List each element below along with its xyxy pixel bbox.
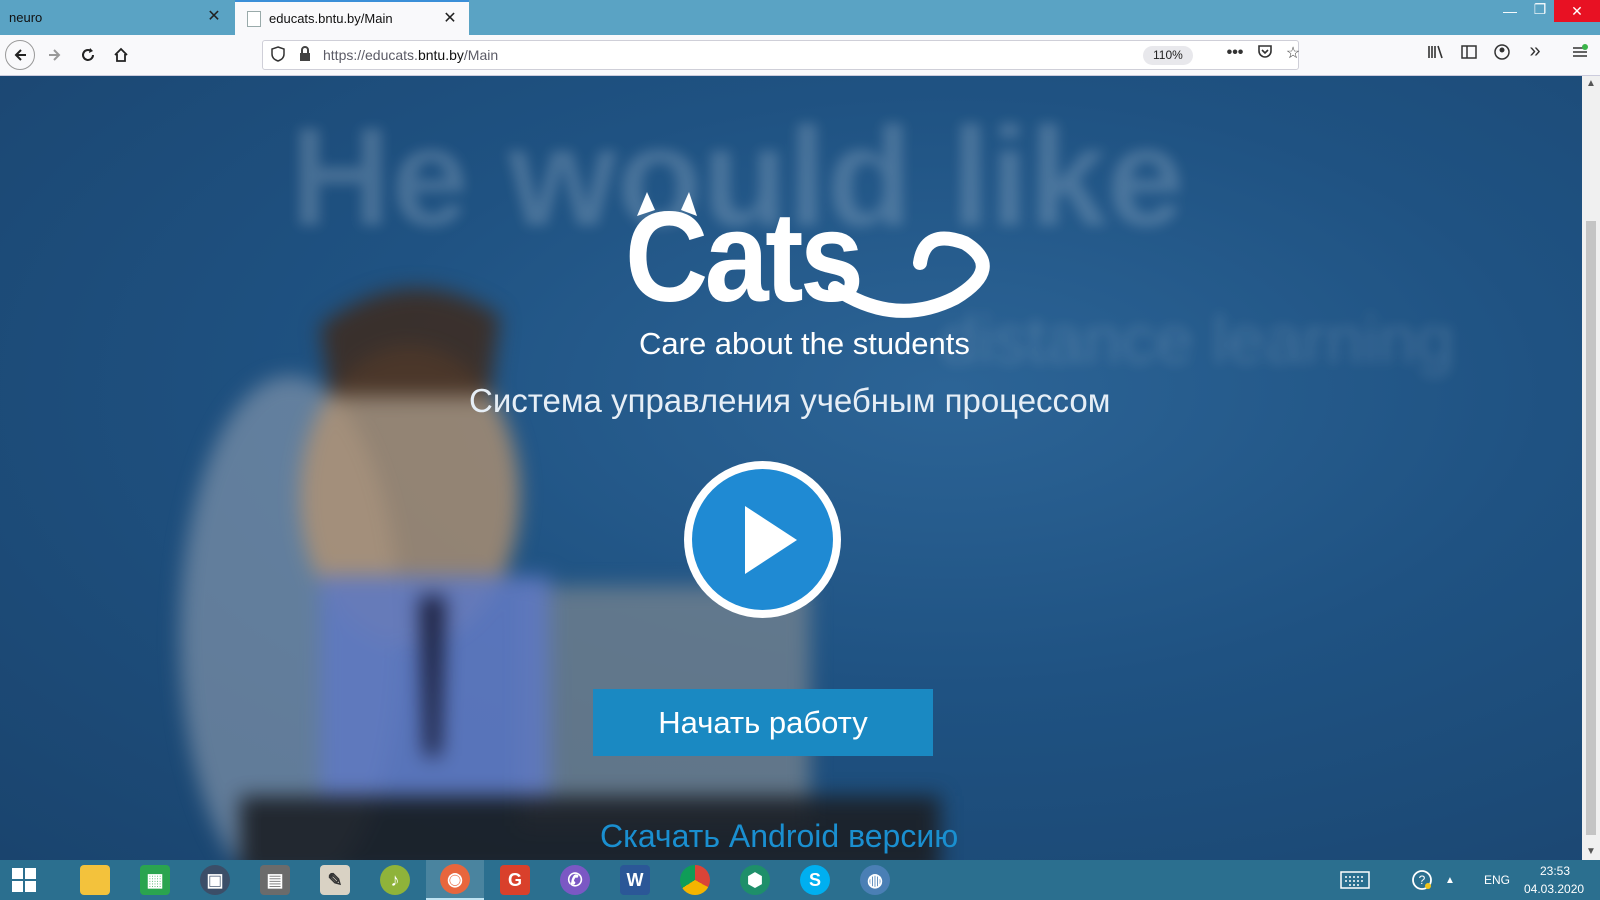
- pdf-reader-icon: G: [500, 865, 530, 895]
- scroll-thumb[interactable]: [1586, 221, 1596, 835]
- menu-hamburger-icon[interactable]: [1568, 44, 1592, 65]
- url-text[interactable]: https://educats.bntu.by/Main: [323, 47, 498, 63]
- window-close-icon[interactable]: ✕: [1554, 0, 1600, 22]
- help-icon: ?: [1412, 870, 1432, 890]
- page-subtitle: Система управления учебным процессом: [469, 382, 1111, 419]
- touch-keyboard-button[interactable]: [1326, 860, 1384, 900]
- vertical-scrollbar[interactable]: ▲ ▼: [1582, 76, 1600, 860]
- lock-icon[interactable]: [299, 46, 311, 65]
- overflow-chevron-icon[interactable]: »: [1523, 40, 1547, 63]
- windows-logo-icon: [12, 868, 36, 892]
- arrow-left-icon: [14, 49, 26, 61]
- word-icon: W: [620, 865, 650, 895]
- tab-label: neuro: [9, 10, 43, 25]
- tab-label: educats.bntu.by/Main: [269, 11, 393, 26]
- home-icon: [114, 47, 128, 62]
- skype-icon: S: [800, 865, 830, 895]
- windows-start-button[interactable]: [0, 860, 48, 900]
- keyboard-icon: [1340, 871, 1370, 889]
- chrome-icon: [680, 865, 710, 895]
- account-icon[interactable]: [1490, 44, 1514, 65]
- scroll-up-icon[interactable]: ▲: [1582, 76, 1600, 92]
- film-icon: ▣: [200, 865, 230, 895]
- taskbar-vpn[interactable]: ⬢: [726, 860, 784, 900]
- scroll-down-icon[interactable]: ▼: [1582, 844, 1600, 860]
- back-button[interactable]: [5, 40, 35, 70]
- download-android-link[interactable]: Скачать Android версию: [600, 818, 958, 855]
- page-content: He would like distance learning Cats Car…: [0, 76, 1582, 860]
- svg-text:?: ?: [1419, 873, 1426, 887]
- home-button[interactable]: [106, 40, 136, 70]
- clock-date[interactable]: 04.03.2020: [1524, 882, 1584, 896]
- navigation-bar: https://educats.bntu.by/Main 110% ••• ☆ …: [0, 35, 1600, 76]
- shield-vpn-icon: ⬢: [740, 865, 770, 895]
- taskbar-network-app[interactable]: ◍: [846, 860, 904, 900]
- folder-icon: [80, 865, 110, 895]
- notepad-icon: ✎: [320, 865, 350, 895]
- shield-icon[interactable]: [271, 46, 285, 65]
- taskbar-word[interactable]: W: [606, 860, 664, 900]
- cat-tail-icon: [637, 192, 990, 318]
- library-icon[interactable]: [1424, 44, 1448, 65]
- close-tab-icon[interactable]: ✕: [205, 8, 223, 26]
- taskbar-viber[interactable]: ✆: [546, 860, 604, 900]
- forward-button[interactable]: [40, 40, 70, 70]
- cats-logo: Cats: [625, 188, 1015, 328]
- reload-icon: [82, 48, 94, 61]
- store-icon: ▦: [140, 865, 170, 895]
- scanner-icon: ▤: [260, 865, 290, 895]
- url-bar[interactable]: https://educats.bntu.by/Main 110% ••• ☆: [262, 40, 1300, 70]
- bookmark-star-icon[interactable]: ☆: [1281, 43, 1305, 63]
- tab-neuro[interactable]: neuro ✕: [0, 0, 233, 35]
- taskbar-skype[interactable]: S: [786, 860, 844, 900]
- taskbar-foxit[interactable]: G: [486, 860, 544, 900]
- input-language[interactable]: ENG: [1484, 873, 1510, 887]
- reload-button[interactable]: [73, 40, 103, 70]
- arrow-right-icon: [49, 49, 61, 61]
- taskbar-media-player[interactable]: ▣: [186, 860, 244, 900]
- play-icon: [692, 469, 833, 610]
- sidebar-icon[interactable]: [1457, 44, 1481, 65]
- tray-expand-icon[interactable]: ▲: [1440, 860, 1460, 900]
- play-video-button[interactable]: [684, 461, 841, 618]
- firefox-icon: ◉: [440, 864, 470, 894]
- close-tab-icon[interactable]: ✕: [441, 10, 459, 28]
- page-favicon-icon: [247, 10, 261, 27]
- taskbar-chrome[interactable]: [666, 860, 724, 900]
- taskbar-firefox[interactable]: ◉: [426, 860, 484, 900]
- more-actions-icon[interactable]: •••: [1223, 44, 1247, 62]
- clock-time[interactable]: 23:53: [1540, 864, 1570, 878]
- taskbar-notepad[interactable]: ✎: [306, 860, 364, 900]
- taskbar-scanner[interactable]: ▤: [246, 860, 304, 900]
- viber-icon: ✆: [560, 865, 590, 895]
- background-subheadline: distance learning: [940, 302, 1455, 378]
- tab-strip: neuro ✕ educats.bntu.by/Main ✕ — ❐ ✕: [0, 0, 1600, 35]
- taskbar-store[interactable]: ▦: [126, 860, 184, 900]
- zoom-indicator[interactable]: 110%: [1143, 46, 1193, 65]
- taskbar-itunes[interactable]: ♪: [366, 860, 424, 900]
- start-work-button[interactable]: Начать работу: [593, 689, 933, 756]
- taskbar-file-explorer[interactable]: [66, 860, 124, 900]
- tagline: Care about the students: [639, 326, 970, 361]
- tab-educats[interactable]: educats.bntu.by/Main ✕: [235, 0, 469, 35]
- help-tray-button[interactable]: ?: [1407, 860, 1437, 900]
- music-icon: ♪: [380, 865, 410, 895]
- windows-taskbar: ▦ ▣ ▤ ✎ ♪ ◉ G ✆ W ⬢ S ◍ ? ▲ ENG 23:53 04…: [0, 860, 1600, 900]
- globe-icon: ◍: [860, 865, 890, 895]
- pocket-icon[interactable]: [1253, 44, 1277, 65]
